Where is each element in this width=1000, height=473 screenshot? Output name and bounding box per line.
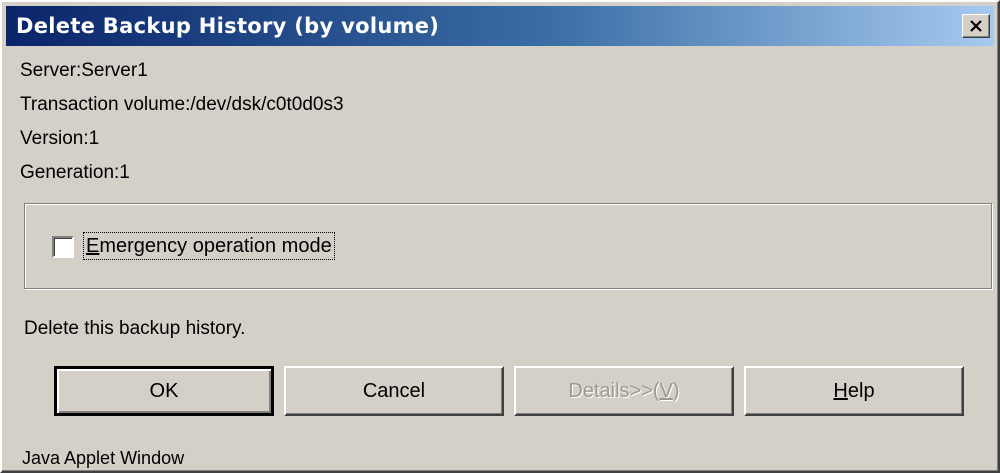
help-button-label: Help <box>833 379 875 402</box>
emergency-mode-label-text: mergency operation mode <box>99 235 332 257</box>
title-bar[interactable]: Delete Backup History (by volume) <box>6 6 994 46</box>
help-button[interactable]: Help <box>744 366 964 416</box>
server-label: Server:Server1 <box>20 60 148 81</box>
ok-button-label: OK <box>149 379 179 402</box>
emergency-mode-label[interactable]: Emergency operation mode <box>83 232 335 260</box>
generation-label: Generation:1 <box>20 162 130 183</box>
version-label: Version:1 <box>20 128 100 149</box>
emergency-mode-checkbox[interactable] <box>52 236 74 258</box>
cancel-button[interactable]: Cancel <box>284 366 504 416</box>
close-icon <box>970 20 982 32</box>
close-button[interactable] <box>962 14 990 38</box>
cancel-button-label: Cancel <box>362 379 426 402</box>
confirm-message: Delete this backup history. <box>24 318 246 339</box>
details-button[interactable]: Details>>(V) <box>514 366 734 416</box>
emergency-mode-mnemonic: E <box>86 235 100 257</box>
details-button-label: Details>>(V) <box>568 379 680 402</box>
dialog-title: Delete Backup History (by volume) <box>16 14 440 38</box>
dialog-window: Delete Backup History (by volume) Server… <box>0 0 1000 473</box>
transaction-volume-label: Transaction volume:/dev/dsk/c0t0d0s3 <box>20 94 344 115</box>
ok-button[interactable]: OK <box>54 366 274 416</box>
applet-footer: Java Applet Window <box>22 448 185 468</box>
